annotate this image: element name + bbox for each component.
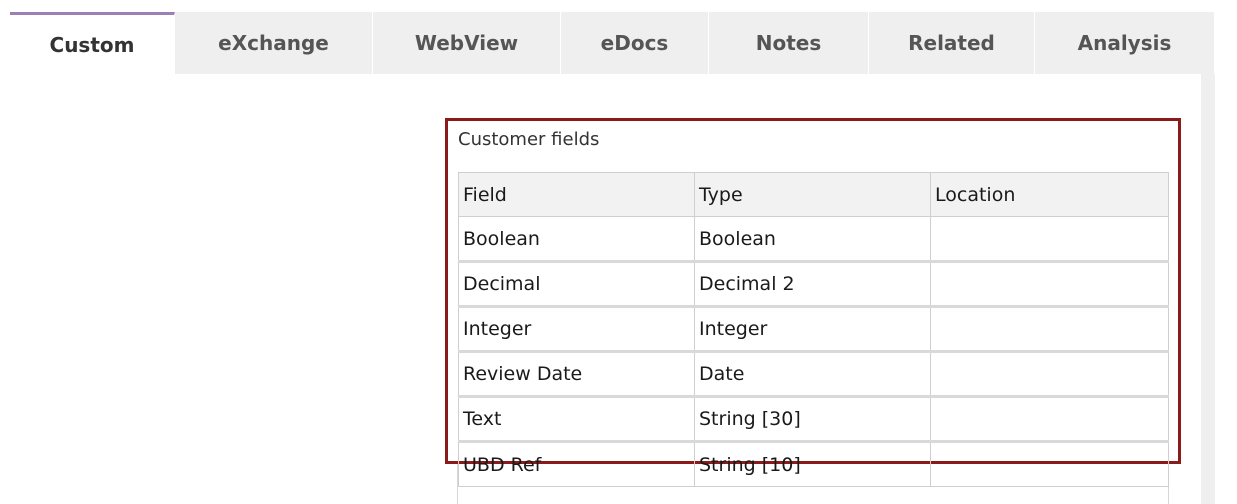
- table-row[interactable]: Decimal Decimal 2: [458, 261, 1169, 308]
- location-cell[interactable]: [930, 306, 1169, 353]
- field-cell[interactable]: Integer: [458, 306, 695, 353]
- customer-fields-group: Customer fields Field Type Location Bool…: [445, 118, 1181, 487]
- type-cell[interactable]: Decimal 2: [694, 261, 931, 308]
- table-header-row: Field Type Location: [458, 172, 1169, 217]
- location-cell[interactable]: [930, 216, 1169, 263]
- column-header-location[interactable]: Location: [930, 172, 1169, 217]
- location-cell[interactable]: [930, 396, 1169, 443]
- tab-analysis[interactable]: Analysis: [1035, 12, 1215, 74]
- tab-custom[interactable]: Custom: [10, 12, 175, 74]
- table-row[interactable]: Text String [30]: [458, 396, 1169, 443]
- tab-exchange[interactable]: eXchange: [175, 12, 373, 74]
- tab-bar: Custom eXchange WebView eDocs Notes Rela…: [10, 12, 1215, 74]
- type-cell[interactable]: String [10]: [694, 441, 931, 487]
- table-row[interactable]: Review Date Date: [458, 351, 1169, 398]
- customer-fields-table: Field Type Location Boolean Boolean Deci…: [458, 172, 1169, 487]
- field-cell[interactable]: Decimal: [458, 261, 695, 308]
- field-cell[interactable]: Review Date: [458, 351, 695, 398]
- type-cell[interactable]: Date: [694, 351, 931, 398]
- customer-fields-title: Customer fields: [458, 129, 600, 150]
- location-cell[interactable]: [930, 351, 1169, 398]
- column-header-field[interactable]: Field: [458, 172, 695, 217]
- type-cell[interactable]: String [30]: [694, 396, 931, 443]
- tab-webview[interactable]: WebView: [373, 12, 561, 74]
- table-row[interactable]: Integer Integer: [458, 306, 1169, 353]
- field-cell[interactable]: UBD Ref: [458, 441, 695, 487]
- location-cell[interactable]: [930, 261, 1169, 308]
- table-row[interactable]: Boolean Boolean: [458, 216, 1169, 263]
- field-cell[interactable]: Boolean: [458, 216, 695, 263]
- tab-notes[interactable]: Notes: [709, 12, 869, 74]
- field-cell[interactable]: Text: [458, 396, 695, 443]
- type-cell[interactable]: Boolean: [694, 216, 931, 263]
- table-row[interactable]: UBD Ref String [10]: [458, 441, 1169, 487]
- location-cell[interactable]: [930, 441, 1169, 487]
- tab-related[interactable]: Related: [869, 12, 1035, 74]
- tab-edocs[interactable]: eDocs: [561, 12, 709, 74]
- column-header-type[interactable]: Type: [694, 172, 931, 217]
- type-cell[interactable]: Integer: [694, 306, 931, 353]
